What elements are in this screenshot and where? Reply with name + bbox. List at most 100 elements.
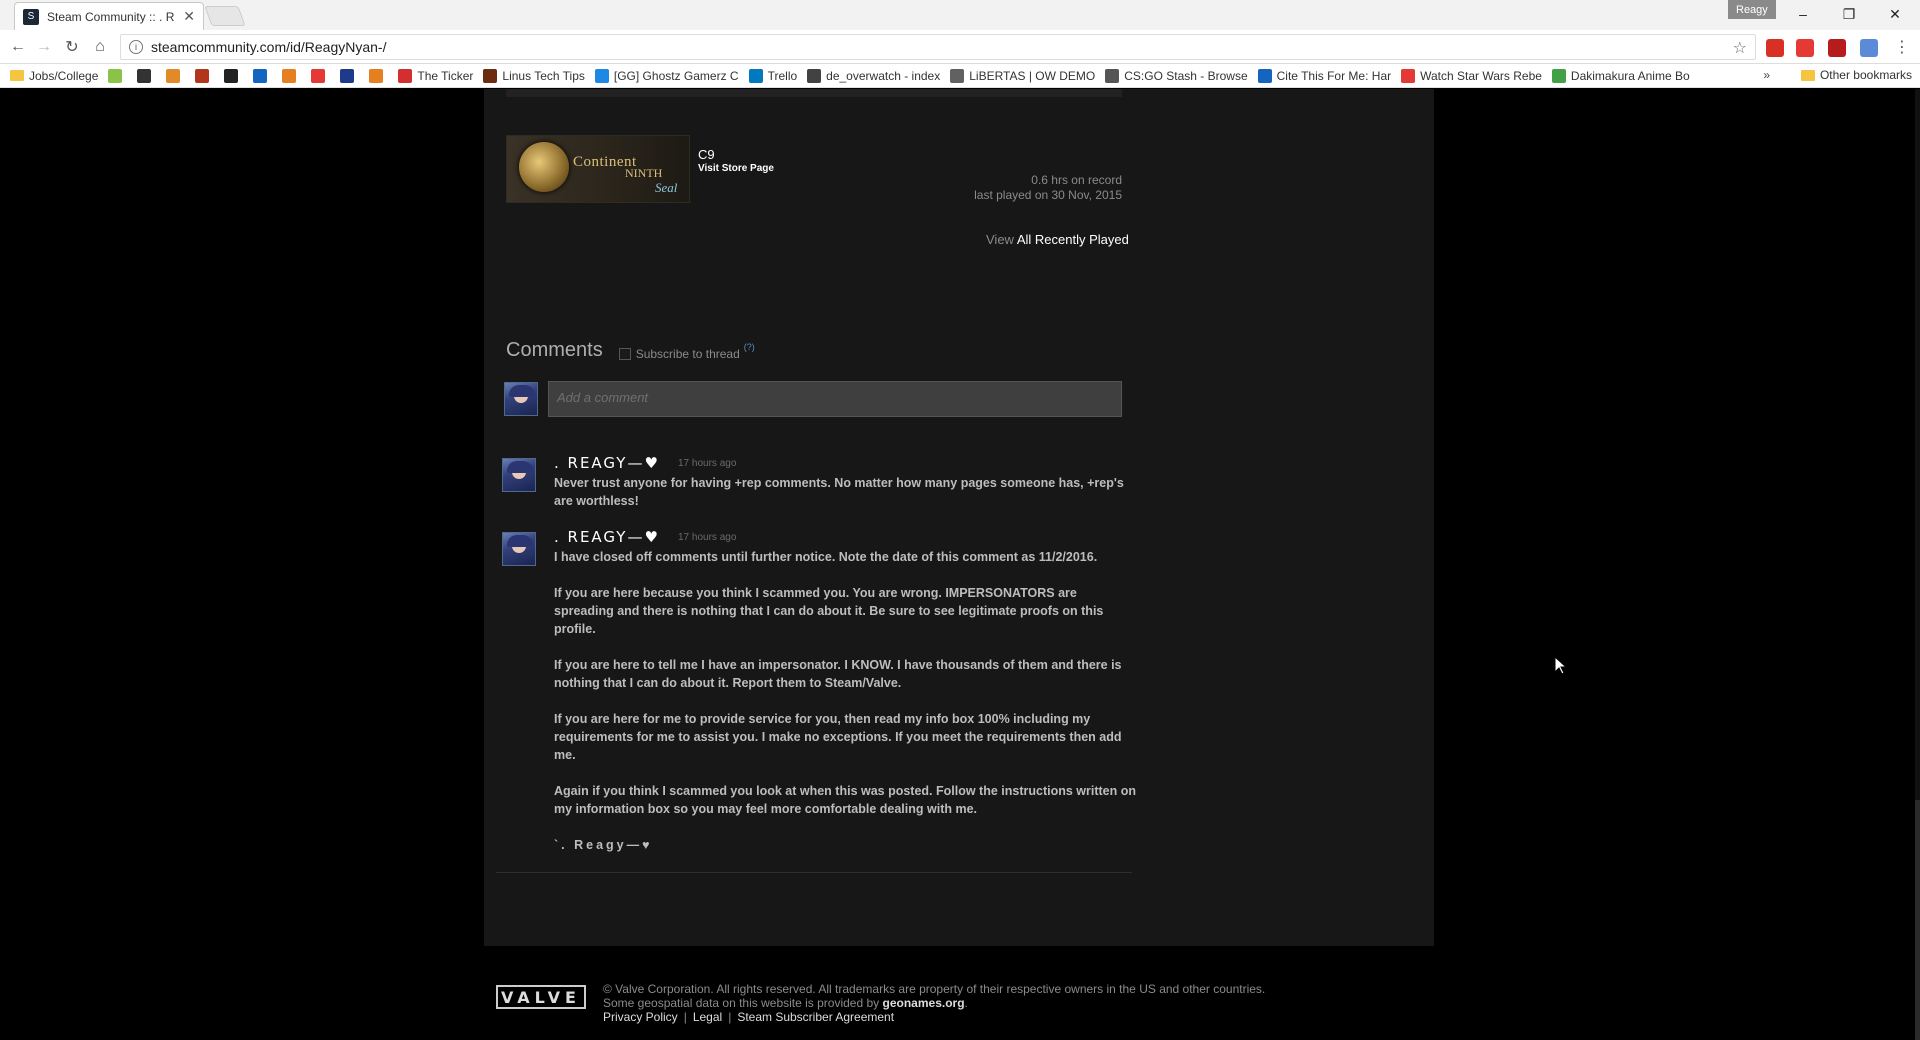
game-capsule-image[interactable]: Continent NINTH Seal — [506, 135, 690, 203]
bookmark-item[interactable] — [311, 68, 330, 83]
legal-link[interactable]: Legal — [693, 1010, 722, 1024]
bookmark-item[interactable]: Watch Star Wars Rebe — [1401, 68, 1542, 83]
bookmark-favicon-icon — [807, 68, 822, 83]
forward-arrow-icon[interactable]: → — [32, 36, 56, 58]
bookmark-item[interactable]: Dakimakura Anime Bo — [1551, 68, 1690, 83]
comments-header: Comments Subscribe to thread (?) — [506, 339, 755, 362]
geonames-link[interactable]: geonames.org — [883, 996, 965, 1010]
bookmark-item[interactable]: Cite This For Me: Har — [1257, 68, 1392, 83]
visit-store-link[interactable]: Visit Store Page — [698, 163, 774, 174]
gmail-extension-icon[interactable] — [1766, 39, 1784, 57]
bookmark-item[interactable]: The Ticker — [398, 68, 474, 83]
comment-paragraph: If you are here to tell me I have an imp… — [554, 658, 1122, 690]
bookmark-label: CS:GO Stash - Browse — [1124, 68, 1248, 83]
bookmark-favicon-icon — [1105, 68, 1120, 83]
bookmark-item[interactable]: CS:GO Stash - Browse — [1105, 68, 1248, 83]
privacy-policy-link[interactable]: Privacy Policy — [603, 1010, 678, 1024]
other-bookmarks[interactable]: Other bookmarks — [1800, 68, 1912, 82]
profile-name[interactable]: Reagy — [1728, 0, 1776, 19]
bookmark-item[interactable] — [253, 68, 272, 83]
new-tab-button[interactable] — [204, 6, 246, 26]
subscribe-help-link[interactable]: (?) — [744, 342, 755, 352]
view-all-link[interactable]: All Recently Played — [1017, 232, 1129, 247]
extension-icon[interactable] — [1796, 39, 1814, 57]
page-info-icon[interactable]: i — [129, 40, 143, 54]
comment-paragraph: I have closed off comments until further… — [554, 550, 1098, 564]
bookmark-favicon-icon — [369, 68, 384, 83]
previous-game-row-edge — [506, 89, 1122, 97]
comment-paragraph: Again if you think I scammed you look at… — [554, 784, 1137, 816]
bookmark-star-icon[interactable]: ☆ — [1733, 38, 1747, 58]
bookmark-label: The Ticker — [417, 68, 474, 83]
bookmark-label: Jobs/College — [29, 68, 99, 83]
comment-paragraph: If you are here because you think I scam… — [554, 586, 1104, 636]
browser-tab[interactable]: S Steam Community :: . R ✕ — [14, 2, 204, 30]
bookmark-item[interactable]: LiBERTAS | OW DEMO — [950, 68, 1096, 83]
commenter-avatar[interactable] — [502, 532, 536, 566]
reload-icon[interactable]: ↻ — [60, 36, 84, 58]
bookmark-favicon-icon — [594, 68, 609, 83]
bookmark-favicon-icon — [950, 68, 965, 83]
address-bar[interactable]: i steamcommunity.com/id/ReagyNyan-/ ☆ — [120, 34, 1756, 60]
bookmark-item[interactable] — [137, 68, 156, 83]
game-name[interactable]: C9 — [698, 147, 715, 162]
bookmark-item[interactable] — [340, 68, 359, 83]
bookmark-label: Cite This For Me: Har — [1276, 68, 1392, 83]
subscriber-agreement-link[interactable]: Steam Subscriber Agreement — [737, 1010, 894, 1024]
bookmark-label: LiBERTAS | OW DEMO — [969, 68, 1096, 83]
menu-dots-icon[interactable]: ⋮ — [1890, 36, 1914, 58]
bookmark-item[interactable] — [224, 68, 243, 83]
last-played: last played on 30 Nov, 2015 — [974, 188, 1122, 202]
bookmark-favicon-icon — [137, 68, 152, 83]
folder-icon — [10, 70, 24, 81]
tab-close-icon[interactable]: ✕ — [183, 8, 195, 25]
bookmark-favicon-icon — [1551, 68, 1566, 83]
comment-author[interactable]: . REAGY—♥ — [554, 454, 660, 472]
bookmark-favicon-icon — [195, 68, 210, 83]
close-window-icon[interactable]: ✕ — [1872, 0, 1918, 28]
bookmark-favicon-icon — [224, 68, 239, 83]
bookmarks-overflow-icon[interactable]: » — [1763, 68, 1770, 82]
comment-timestamp: 17 hours ago — [678, 532, 737, 543]
bookmark-item[interactable] — [195, 68, 214, 83]
view-all-recently-played[interactable]: View All Recently Played — [986, 232, 1129, 247]
bookmark-favicon-icon — [1401, 68, 1416, 83]
geodata-suffix: . — [964, 996, 968, 1010]
bookmark-favicon-icon — [282, 68, 297, 83]
geodata-text: Some geospatial data on this website is … — [603, 996, 1265, 1010]
my-avatar[interactable] — [504, 382, 538, 416]
game-logo-text: Seal — [655, 180, 678, 195]
subscribe-label[interactable]: Subscribe to thread — [636, 347, 740, 361]
bookmark-item[interactable] — [282, 68, 301, 83]
bookmark-item[interactable]: Jobs/College — [10, 69, 98, 83]
game-logo-text: NINTH — [625, 166, 663, 180]
steam-favicon-icon: S — [23, 8, 39, 25]
bookmark-item[interactable]: Linus Tech Tips — [483, 68, 585, 83]
bookmark-item[interactable]: [GG] Ghostz Gamerz C — [594, 68, 739, 83]
bookmark-item[interactable] — [166, 68, 185, 83]
bookmark-item[interactable]: Trello — [748, 68, 797, 83]
bookmark-favicon-icon — [166, 68, 181, 83]
bookmark-item[interactable]: de_overwatch - index — [807, 68, 940, 83]
browser-toolbar: ← → ↻ ⌂ i steamcommunity.com/id/ReagyNya… — [0, 30, 1920, 64]
url-text: steamcommunity.com/id/ReagyNyan-/ — [151, 39, 387, 55]
restore-icon[interactable]: ❐ — [1826, 0, 1872, 28]
comment-paragraph: Never trust anyone for having +rep comme… — [554, 476, 1124, 508]
minimize-icon[interactable]: – — [1780, 0, 1826, 28]
home-icon[interactable]: ⌂ — [88, 36, 112, 58]
subscribe-checkbox[interactable] — [618, 348, 631, 360]
bookmark-favicon-icon — [748, 68, 763, 83]
commenter-avatar[interactable] — [502, 458, 536, 492]
game-emblem-icon — [519, 142, 569, 192]
add-comment-input[interactable]: Add a comment — [548, 381, 1122, 417]
shield-extension-icon[interactable] — [1828, 39, 1846, 57]
bookmark-item[interactable] — [108, 68, 127, 83]
comment-author[interactable]: . REAGY—♥ — [554, 528, 660, 546]
scrollbar-thumb[interactable] — [1915, 800, 1920, 1040]
screenshot-extension-icon[interactable] — [1860, 39, 1878, 57]
back-arrow-icon[interactable]: ← — [6, 36, 30, 58]
bookmark-item[interactable] — [369, 68, 388, 83]
valve-logo[interactable]: VALVE — [496, 985, 586, 1009]
bookmark-favicon-icon — [398, 68, 413, 83]
footer-legal: © Valve Corporation. All rights reserved… — [603, 982, 1265, 1010]
